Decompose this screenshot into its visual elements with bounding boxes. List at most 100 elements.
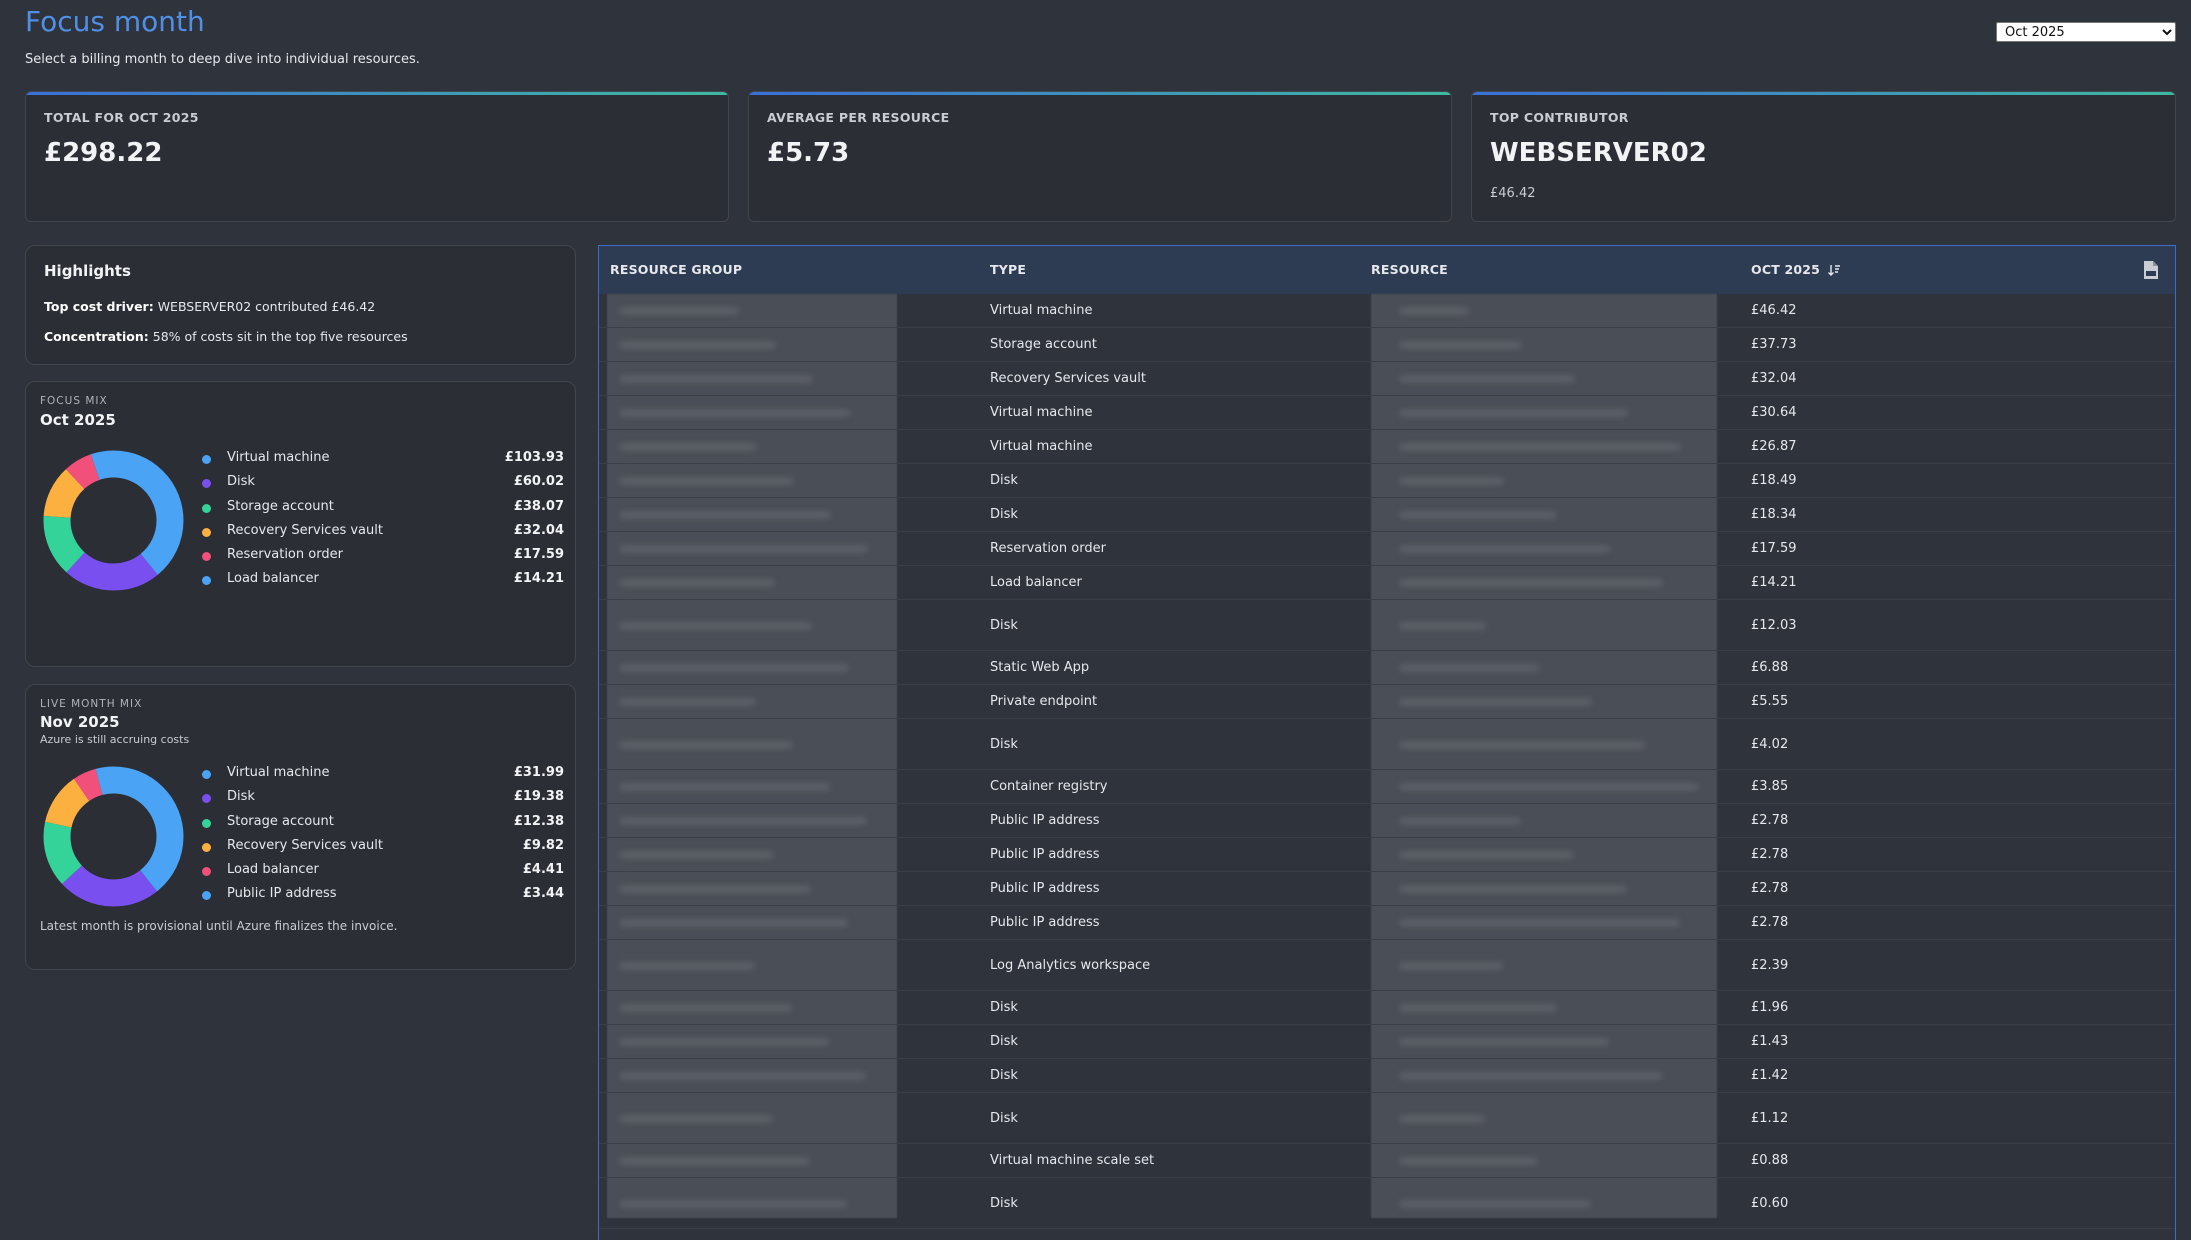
legend-item: Public IP address £3.44 xyxy=(202,886,564,910)
kpi-average-card: AVERAGE PER RESOURCE £5.73 xyxy=(748,91,1452,222)
table-row[interactable]: Static Web App £6.88 xyxy=(599,651,2175,685)
column-header-cost[interactable]: OCT 2025 xyxy=(1751,262,1841,277)
table-row[interactable]: Private endpoint £5.55 xyxy=(599,685,2175,719)
redacted-resource-group xyxy=(619,477,794,485)
kpi-total-value: £298.22 xyxy=(44,138,163,168)
cell-type: Disk xyxy=(990,736,1018,752)
table-row[interactable]: Recovery Services vault £32.04 xyxy=(599,362,2175,396)
legend-dot-icon xyxy=(202,455,211,464)
cell-cost: £14.21 xyxy=(1751,575,1797,590)
legend-value: £103.93 xyxy=(504,450,564,465)
legend-dot-icon xyxy=(202,842,211,852)
table-row[interactable]: Disk £18.34 xyxy=(599,498,2175,532)
table-row[interactable]: Disk £1.96 xyxy=(599,991,2175,1025)
cell-cost: £1.96 xyxy=(1751,1000,1789,1015)
table-row[interactable]: Public IP address £2.78 xyxy=(599,804,2175,838)
cell-type: Log Analytics workspace xyxy=(990,957,1151,973)
legend-label: Reservation order xyxy=(227,547,343,563)
table-row[interactable]: Disk £18.49 xyxy=(599,464,2175,498)
cell-cost: £1.42 xyxy=(1751,1068,1789,1083)
legend-value: £4.41 xyxy=(522,862,564,878)
column-header-resource[interactable]: RESOURCE xyxy=(1371,262,1448,277)
highlight-text: 58% of costs sit in the top five resourc… xyxy=(148,329,408,344)
cell-cost: £32.04 xyxy=(1751,371,1797,386)
highlight-label: Top cost driver: xyxy=(44,299,154,314)
legend-label: Storage account xyxy=(227,498,334,514)
cell-type: Virtual machine xyxy=(990,303,1093,318)
redacted-resource-group xyxy=(619,1004,792,1012)
cell-cost: £30.64 xyxy=(1751,405,1797,420)
sort-descending-icon[interactable] xyxy=(1827,264,1841,276)
redacted-resource-name xyxy=(1399,919,1680,927)
legend-dot-icon xyxy=(202,818,211,828)
table-row[interactable]: Disk £12.03 xyxy=(599,600,2175,651)
redacted-resource-name xyxy=(1399,545,1610,553)
table-row[interactable]: Reservation order £17.59 xyxy=(599,532,2175,566)
legend-dot-icon xyxy=(202,527,211,537)
redacted-resource-group xyxy=(619,1199,847,1208)
legend-dot-icon xyxy=(202,891,211,901)
table-row[interactable]: Log Analytics workspace £2.39 xyxy=(599,940,2175,991)
cell-type: Public IP address xyxy=(990,813,1100,828)
legend-item: Load balancer £14.21 xyxy=(202,571,564,595)
legend-dot-icon xyxy=(202,503,211,513)
legend-value: £38.07 xyxy=(513,498,564,514)
table-header: RESOURCE GROUP TYPE RESOURCE OCT 2025 xyxy=(599,246,2175,294)
highlight-top-cost-driver: Top cost driver: WEBSERVER02 contributed… xyxy=(44,299,375,314)
redacted-resource-group xyxy=(619,1038,829,1046)
column-header-type[interactable]: TYPE xyxy=(990,262,1026,277)
table-row[interactable]: Public IP address £2.78 xyxy=(599,872,2175,906)
table-row[interactable]: Virtual machine £30.64 xyxy=(599,396,2175,430)
redacted-resource-group xyxy=(619,664,849,672)
table-row[interactable]: Storage account £37.73 xyxy=(599,328,2175,362)
table-row[interactable]: Virtual machine £46.42 xyxy=(599,294,2175,328)
cell-type: Private endpoint xyxy=(990,694,1098,709)
redacted-resource-group xyxy=(619,1157,810,1165)
kpi-top-contributor-value: WEBSERVER02 xyxy=(1490,138,1707,168)
redacted-resource-name xyxy=(1399,477,1504,485)
redacted-resource-group xyxy=(619,341,776,349)
legend-dot-icon xyxy=(202,552,211,562)
focus-mix-panel: FOCUS MIX Oct 2025 Virtual machine £103.9… xyxy=(25,381,576,667)
table-row[interactable]: Disk £1.42 xyxy=(599,1059,2175,1093)
cell-type: Disk xyxy=(990,507,1018,522)
column-header-cost-label: OCT 2025 xyxy=(1751,262,1821,277)
table-row[interactable]: Virtual machine £26.87 xyxy=(599,430,2175,464)
cell-type: Public IP address xyxy=(990,847,1100,862)
column-header-resource-group[interactable]: RESOURCE GROUP xyxy=(610,262,742,277)
legend-value: £60.02 xyxy=(513,474,564,490)
redacted-resource-group xyxy=(619,885,811,893)
cell-cost: £2.78 xyxy=(1751,881,1789,896)
table-row[interactable]: Disk £4.02 xyxy=(599,719,2175,770)
highlight-text: WEBSERVER02 contributed £46.42 xyxy=(153,299,376,314)
cell-type: Static Web App xyxy=(990,660,1090,675)
redacted-resource-name xyxy=(1399,885,1627,893)
billing-month-select[interactable]: Oct 2025 xyxy=(1996,22,2176,42)
cell-type: Disk xyxy=(990,1110,1018,1126)
redacted-resource-name xyxy=(1399,698,1592,706)
legend-dot-icon xyxy=(202,770,211,779)
table-row[interactable]: Public IP address £2.78 xyxy=(599,838,2175,872)
legend-label: Disk xyxy=(227,789,255,805)
legend-item: Disk £60.02 xyxy=(202,474,564,498)
legend-dot-icon xyxy=(202,479,211,489)
csv-file-icon[interactable] xyxy=(2143,260,2159,280)
table-row[interactable]: Disk £1.12 xyxy=(599,1093,2175,1144)
table-row[interactable]: Virtual machine scale set £0.88 xyxy=(599,1144,2175,1178)
table-row[interactable]: Load balancer £14.21 xyxy=(599,566,2175,600)
live-mix-footer: Latest month is provisional until Azure … xyxy=(40,919,398,933)
table-row[interactable]: Public IP address £2.78 xyxy=(599,906,2175,940)
redacted-resource-name xyxy=(1399,375,1575,383)
cell-cost: £37.73 xyxy=(1751,337,1797,352)
cell-type: Disk xyxy=(990,1000,1018,1015)
legend-item: Disk £19.38 xyxy=(202,789,564,813)
cell-type: Disk xyxy=(990,1034,1018,1049)
live-mix-legend: Virtual machine £31.99 Disk £19.38 Storage a… xyxy=(202,765,564,911)
cell-type: Virtual machine xyxy=(990,439,1093,454)
live-mix-note: Azure is still accruing costs xyxy=(40,733,190,746)
table-row[interactable]: Container registry £3.85 xyxy=(599,770,2175,804)
legend-label: Storage account xyxy=(227,813,334,829)
table-row[interactable]: Disk £0.60 xyxy=(599,1178,2175,1229)
table-row[interactable]: Disk £1.43 xyxy=(599,1025,2175,1059)
legend-value: £31.99 xyxy=(513,765,564,780)
